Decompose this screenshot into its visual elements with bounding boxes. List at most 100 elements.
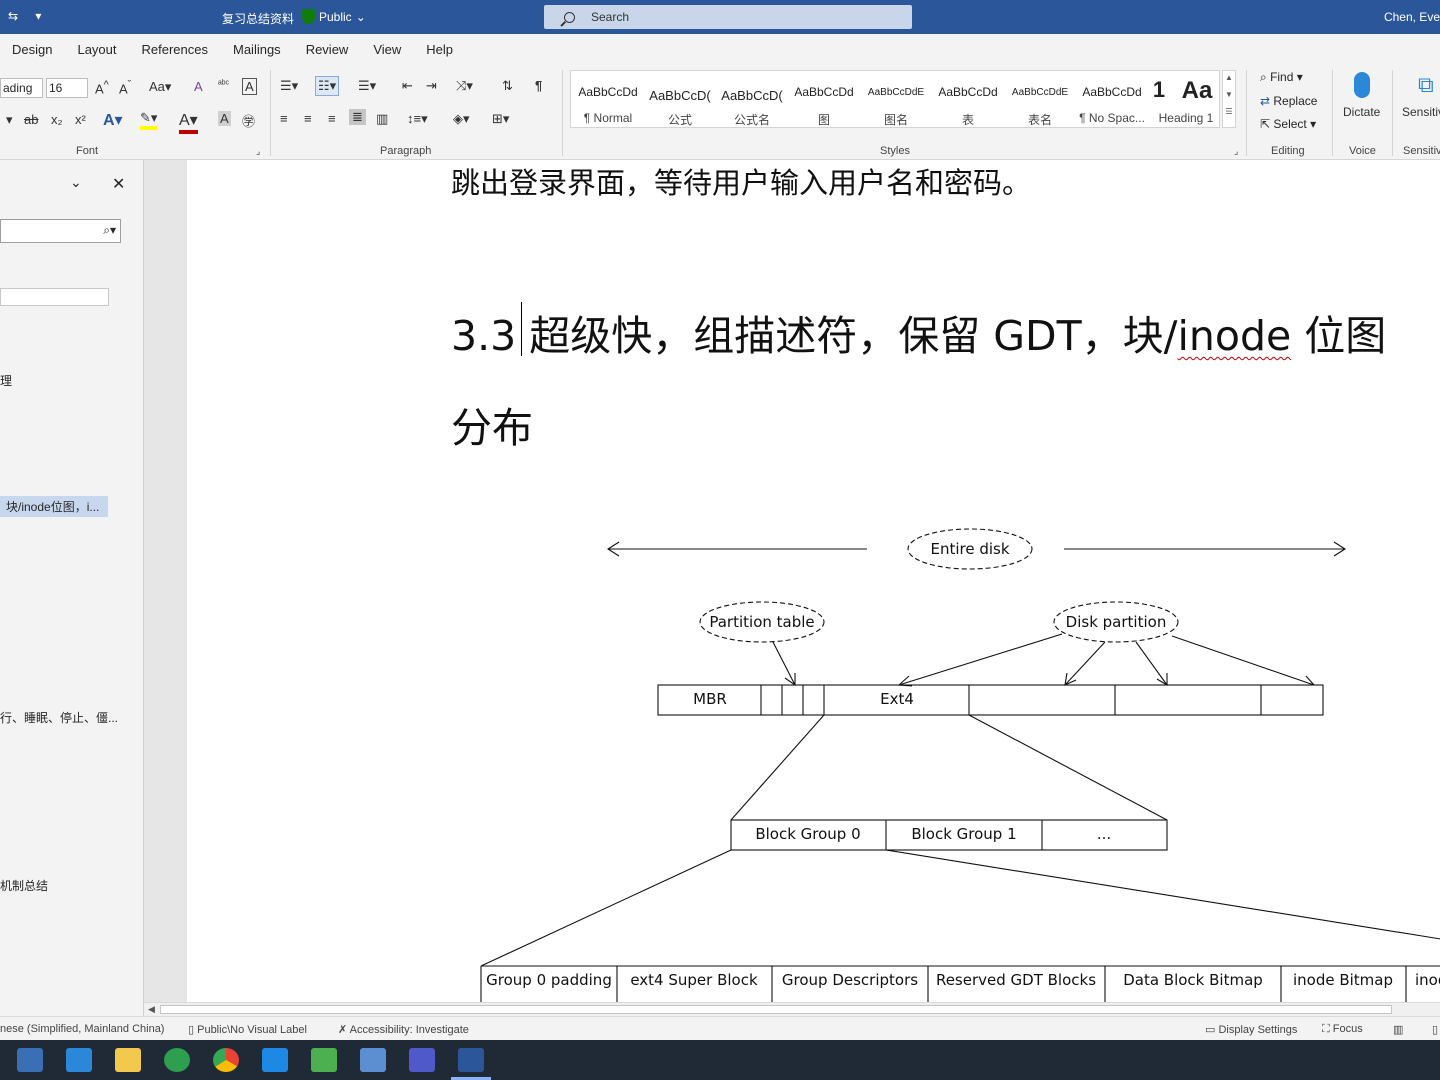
sensitivity-label-button[interactable]: Public ⌄ xyxy=(302,9,366,24)
find-button[interactable]: ⌕ Find ▾ xyxy=(1260,70,1303,85)
shrink-font-icon[interactable]: Aˇ xyxy=(119,79,131,96)
tab-help[interactable]: Help xyxy=(426,42,453,57)
search-input[interactable]: Search xyxy=(544,5,912,29)
style-title[interactable]: Aa xyxy=(1175,71,1219,127)
style-figure-name[interactable]: AaBbCcDdE 图名 xyxy=(861,71,931,127)
dictate-button[interactable]: Dictate xyxy=(1343,105,1380,119)
character-shading-icon[interactable]: A xyxy=(218,111,231,126)
tab-references[interactable]: References xyxy=(142,42,208,57)
align-right-icon[interactable]: ≡ xyxy=(328,111,336,126)
nav-heading-item[interactable]: 行、睡眠、停止、僵... xyxy=(0,709,118,726)
underline-dropdown-icon[interactable]: ▾ xyxy=(6,112,13,128)
style-no-spacing[interactable]: AaBbCcDd ¶ No Spac... xyxy=(1077,71,1147,127)
font-color-icon[interactable]: A▾ xyxy=(179,110,198,134)
strikethrough-icon[interactable]: ab xyxy=(24,112,38,127)
nav-search-input[interactable]: ⌕▾ xyxy=(0,219,121,243)
language-status[interactable]: nese (Simplified, Mainland China) xyxy=(0,1023,164,1035)
justify-icon[interactable]: ≣ xyxy=(349,109,366,125)
style-table-name[interactable]: AaBbCcDdE 表名 xyxy=(1005,71,1075,127)
subscript-icon[interactable]: x₂ xyxy=(51,112,63,127)
scroll-left-icon[interactable]: ◀ xyxy=(148,1004,155,1015)
file-explorer-icon[interactable] xyxy=(115,1048,141,1072)
qat-arrows-icon[interactable]: ⇆ xyxy=(8,9,18,23)
font-size-combo[interactable]: 16 xyxy=(46,78,88,98)
grow-font-icon[interactable]: A^ xyxy=(95,79,109,96)
horizontal-scrollbar[interactable]: ◀ xyxy=(144,1002,1440,1016)
calculator-icon[interactable] xyxy=(360,1048,386,1072)
style-table[interactable]: AaBbCcDd 表 xyxy=(933,71,1003,127)
increase-indent-icon[interactable]: ⇥ xyxy=(426,78,437,94)
character-border-icon[interactable]: A xyxy=(242,78,257,95)
tab-layout[interactable]: Layout xyxy=(77,42,116,57)
document-page[interactable]: 跳出登录界面，等待用户输入用户名和密码。 3.3 超级快，组描述符，保留 GDT… xyxy=(187,160,1440,1002)
styles-dialog-launcher-icon[interactable]: ⌟ xyxy=(1234,146,1238,157)
font-name-combo[interactable]: ading xyxy=(0,78,43,98)
tab-review[interactable]: Review xyxy=(306,42,349,57)
chevron-up-icon[interactable]: ▲ xyxy=(1223,73,1235,82)
style-formula-name[interactable]: AaBbCcD(公式名 xyxy=(717,71,787,127)
line-spacing-icon[interactable]: ↕≡▾ xyxy=(407,111,428,127)
virtual-machine-app-icon[interactable] xyxy=(66,1048,92,1072)
numbering-icon[interactable]: ☷▾ xyxy=(315,76,340,96)
chrome-browser-icon[interactable] xyxy=(213,1048,239,1072)
tab-view[interactable]: View xyxy=(373,42,401,57)
sensitivity-status[interactable]: ▯ Public\No Visual Label xyxy=(188,1023,307,1036)
field-group-descriptors: Group Descriptors xyxy=(782,971,918,989)
nav-heading-item[interactable]: 机制总结 xyxy=(0,877,48,894)
search-placeholder: Search xyxy=(591,10,630,24)
clear-formatting-icon[interactable]: A xyxy=(194,79,203,94)
bullets-icon[interactable]: ☰▾ xyxy=(280,78,298,94)
align-center-icon[interactable]: ≡ xyxy=(304,111,312,126)
sensitivity-icon[interactable]: ⧉ xyxy=(1418,72,1434,98)
read-mode-icon[interactable]: ▥ xyxy=(1393,1023,1403,1036)
gallery-scroll[interactable]: ▲ ▼ ☰ xyxy=(1222,70,1236,128)
scroll-thumb[interactable] xyxy=(160,1005,1392,1014)
sensitivity-button[interactable]: Sensitiv xyxy=(1402,105,1440,119)
asian-layout-icon[interactable]: ⤨▾ xyxy=(456,78,473,94)
sort-icon[interactable]: ⇅ xyxy=(502,78,513,94)
select-button[interactable]: ⇱ Select ▾ xyxy=(1260,117,1316,131)
multilevel-list-icon[interactable]: ☰▾ xyxy=(358,78,376,94)
shading-icon[interactable]: ◈▾ xyxy=(453,111,470,127)
word-app-icon[interactable] xyxy=(458,1048,484,1072)
microphone-icon[interactable] xyxy=(1354,72,1370,98)
nav-heading-item[interactable]: 理 xyxy=(0,372,12,389)
style-normal[interactable]: AaBbCcDd ¶ Normal xyxy=(573,71,643,127)
show-paragraph-marks-icon[interactable]: ¶ xyxy=(535,78,542,93)
focus-button[interactable]: ⛶ Focus xyxy=(1322,1023,1363,1036)
replace-button[interactable]: ⇄ Replace xyxy=(1260,94,1317,108)
enclose-characters-icon[interactable]: ㊫ xyxy=(242,111,255,130)
vscode-icon[interactable] xyxy=(262,1048,288,1072)
superscript-icon[interactable]: x² xyxy=(75,112,86,127)
text-effects-icon[interactable]: A▾ xyxy=(103,110,123,130)
chat-app-icon[interactable] xyxy=(164,1048,190,1072)
style-name: 图 xyxy=(817,113,830,127)
tab-mailings[interactable]: Mailings xyxy=(233,42,281,57)
teams-icon[interactable] xyxy=(409,1048,435,1072)
qat-more-icon[interactable]: ▾ xyxy=(35,9,41,23)
chevron-down-icon[interactable]: ⌄ xyxy=(70,174,82,191)
borders-icon[interactable]: ⊞▾ xyxy=(492,111,509,127)
search-icon[interactable]: ⌕▾ xyxy=(103,223,116,238)
highlight-color-icon[interactable]: ✎▾ xyxy=(140,110,158,130)
close-icon[interactable]: ✕ xyxy=(112,174,125,194)
font-dialog-launcher-icon[interactable]: ⌟ xyxy=(256,146,260,157)
chart-app-icon[interactable] xyxy=(311,1048,337,1072)
phonetic-guide-icon[interactable]: ᵃᵇᶜ xyxy=(218,79,229,90)
align-left-icon[interactable]: ≡ xyxy=(280,111,288,126)
decrease-indent-icon[interactable]: ⇤ xyxy=(402,78,413,94)
change-case-icon[interactable]: Aa▾ xyxy=(149,79,171,95)
accessibility-status[interactable]: ✗ Accessibility: Investigate xyxy=(338,1023,469,1036)
user-account[interactable]: Chen, Eve xyxy=(1384,10,1440,24)
distributed-icon[interactable]: ▥ xyxy=(376,111,388,127)
style-figure[interactable]: AaBbCcDd 图 xyxy=(789,71,859,127)
gallery-more-icon[interactable]: ☰ xyxy=(1223,107,1235,116)
tab-design[interactable]: Design xyxy=(12,42,52,57)
style-formula[interactable]: AaBbCcD(公式 xyxy=(645,71,715,127)
chevron-down-icon[interactable]: ▼ xyxy=(1223,90,1235,99)
nav-heading-item-selected[interactable]: 块/inode位图，i... xyxy=(0,496,108,517)
print-layout-icon[interactable]: ▯ xyxy=(1432,1023,1438,1036)
display-settings-button[interactable]: ▭ Display Settings xyxy=(1205,1023,1297,1036)
nav-heading-field[interactable] xyxy=(0,288,109,306)
photos-app-icon[interactable] xyxy=(17,1048,43,1072)
